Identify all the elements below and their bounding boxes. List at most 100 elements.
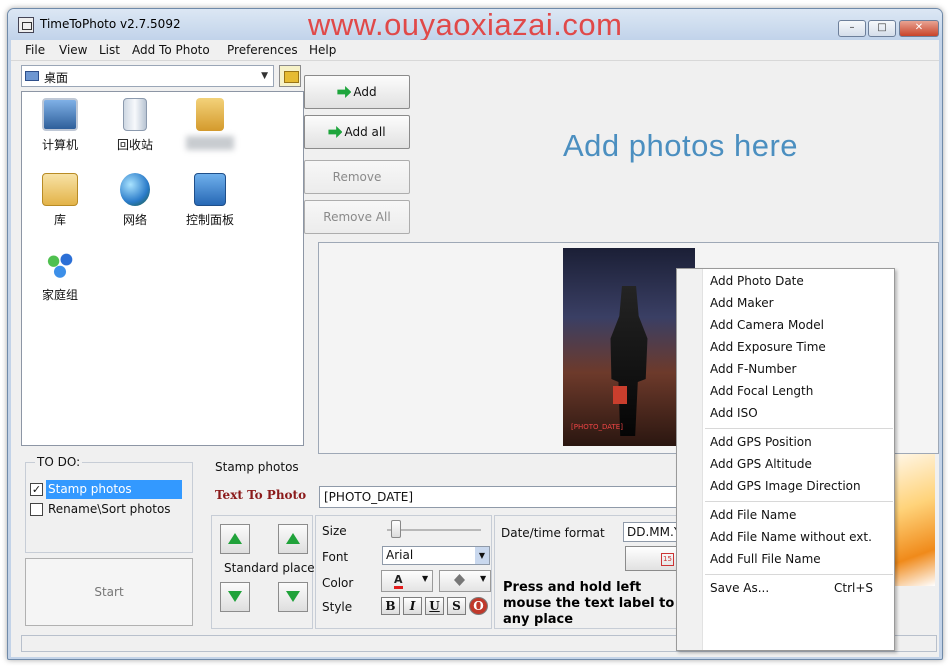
bottom-right-button[interactable] [278, 582, 308, 612]
rename-sort-option[interactable]: Rename\Sort photos [30, 500, 182, 519]
menu-add-f-number[interactable]: Add F-Number [710, 362, 796, 376]
font-select[interactable]: Arial ▼ [382, 546, 490, 565]
menu-separator [705, 501, 893, 502]
item-homegroup[interactable]: 家庭组 [24, 248, 96, 320]
font-value: Arial [386, 548, 414, 562]
top-left-button[interactable] [220, 524, 250, 554]
shadow-button[interactable]: S [447, 597, 466, 615]
chevron-down-icon: ▼ [422, 574, 429, 583]
location-combo[interactable]: 桌面 ▼ [21, 65, 274, 87]
save-as-shortcut: Ctrl+S [834, 581, 874, 595]
menu-add-full-file-name[interactable]: Add Full File Name [710, 552, 821, 566]
size-slider-track [387, 529, 481, 531]
item-computer[interactable]: 计算机 [24, 98, 96, 170]
menu-add-gps-altitude[interactable]: Add GPS Altitude [710, 457, 812, 471]
text-to-photo-input[interactable]: [PHOTO_DATE] [319, 486, 679, 508]
menu-add-photo-date[interactable]: Add Photo Date [710, 274, 804, 288]
window-title: TimeToPhoto v2.7.5092 [40, 17, 181, 31]
main-window: TimeToPhoto v2.7.5092 www.ouyaoxiazai.co… [7, 8, 943, 660]
text-color-button[interactable]: A ▼ [381, 570, 433, 592]
item-label: 网络 [122, 213, 147, 227]
computer-icon [42, 98, 78, 131]
menu-list[interactable]: List [99, 43, 120, 57]
menu-add-maker[interactable]: Add Maker [710, 296, 774, 310]
menu-add-file-name-without-ext[interactable]: Add File Name without ext. [710, 530, 872, 544]
italic-button[interactable]: I [403, 597, 422, 615]
location-value: 桌面 [44, 71, 69, 85]
date-format-pane: Date/time format DD.MM.YY Press and hold… [494, 515, 690, 629]
style-label: Style [322, 600, 353, 614]
menu-save-as[interactable]: Save As... [710, 581, 769, 595]
calendar-button[interactable] [625, 546, 680, 571]
menu-help[interactable]: Help [309, 43, 336, 57]
size-slider[interactable] [391, 520, 401, 538]
menu-view[interactable]: View [59, 43, 87, 57]
library-icon [42, 173, 78, 206]
add-button[interactable]: Add [304, 75, 410, 109]
item-control-panel[interactable]: 控制面板 [174, 173, 246, 245]
top-right-button[interactable] [278, 524, 308, 554]
maximize-button[interactable]: □ [868, 20, 896, 37]
add-label: Add [353, 85, 377, 99]
photo-detail [613, 386, 627, 404]
control-panel-icon [194, 173, 226, 206]
menu-add-focal-length[interactable]: Add Focal Length [710, 384, 813, 398]
chevron-down-icon: ▼ [480, 574, 487, 583]
item-recycle-bin[interactable]: 回收站 [99, 98, 171, 170]
date-format-input[interactable]: DD.MM.YY [623, 522, 683, 542]
chevron-down-icon: ▼ [475, 547, 489, 564]
size-label: Size [322, 524, 347, 538]
recycle-bin-icon [123, 98, 147, 131]
item-library[interactable]: 库 [24, 173, 96, 245]
item-label: 家庭组 [41, 288, 78, 302]
action-buttons: Add Add all Remove Remove All [304, 75, 412, 241]
menu-add-to-photo[interactable]: Add To Photo [132, 43, 210, 57]
outline-button[interactable]: O [469, 597, 488, 615]
todo-group: TO DO: ✓ Stamp photos Rename\Sort photos [25, 455, 193, 553]
start-button[interactable]: Start [25, 558, 193, 626]
menu-bar: File View List Add To Photo Preferences … [11, 40, 939, 61]
menu-file[interactable]: File [25, 43, 45, 57]
menu-add-file-name[interactable]: Add File Name [710, 508, 796, 522]
browse-folder-button[interactable] [279, 65, 301, 87]
context-menu-gutter [677, 269, 703, 650]
checkbox-checked-icon[interactable]: ✓ [30, 483, 43, 496]
standard-places-label: Standard places [224, 561, 321, 575]
remove-all-button[interactable]: Remove All [304, 200, 410, 234]
stamp-legend: Stamp photos [215, 460, 299, 474]
folder-view[interactable]: 计算机 回收站 库 网络 控制面板 家庭组 [21, 91, 304, 446]
menu-add-gps-image-direction[interactable]: Add GPS Image Direction [710, 479, 861, 493]
bottom-left-button[interactable] [220, 582, 250, 612]
menu-add-exposure-time[interactable]: Add Exposure Time [710, 340, 826, 354]
item-user-folder[interactable] [174, 98, 246, 170]
menu-separator [705, 428, 893, 429]
decoration-image [891, 454, 935, 586]
standard-places-pane: Standard places [211, 515, 321, 629]
font-label: Font [322, 550, 349, 564]
checkbox-unchecked-icon[interactable] [30, 503, 43, 516]
arrow-up-icon [228, 533, 242, 544]
item-label: 回收站 [116, 138, 153, 152]
rename-sort-label: Rename\Sort photos [48, 502, 171, 516]
bold-button[interactable]: B [381, 597, 400, 615]
drag-hint: Press and hold left mouse the text label… [503, 580, 675, 627]
network-icon [120, 173, 150, 206]
color-label: Color [322, 576, 354, 590]
app-icon [18, 17, 34, 33]
menu-add-gps-position[interactable]: Add GPS Position [710, 435, 812, 449]
minimize-button[interactable]: – [838, 20, 866, 37]
menu-add-iso[interactable]: Add ISO [710, 406, 758, 420]
remove-button[interactable]: Remove [304, 160, 410, 194]
menu-add-camera-model[interactable]: Add Camera Model [710, 318, 824, 332]
date-format-label: Date/time format [501, 526, 605, 540]
underline-button[interactable]: U [425, 597, 444, 615]
menu-preferences[interactable]: Preferences [227, 43, 298, 57]
fill-color-button[interactable]: ▼ [439, 570, 491, 592]
add-all-label: Add all [344, 125, 386, 139]
add-all-button[interactable]: Add all [304, 115, 410, 149]
context-menu: Add Photo Date Add Maker Add Camera Mode… [676, 268, 895, 651]
stamp-photos-option[interactable]: ✓ Stamp photos [30, 480, 182, 499]
item-network[interactable]: 网络 [99, 173, 171, 245]
title-bar[interactable]: TimeToPhoto v2.7.5092 www.ouyaoxiazai.co… [8, 9, 942, 42]
close-button[interactable]: ✕ [899, 20, 939, 37]
